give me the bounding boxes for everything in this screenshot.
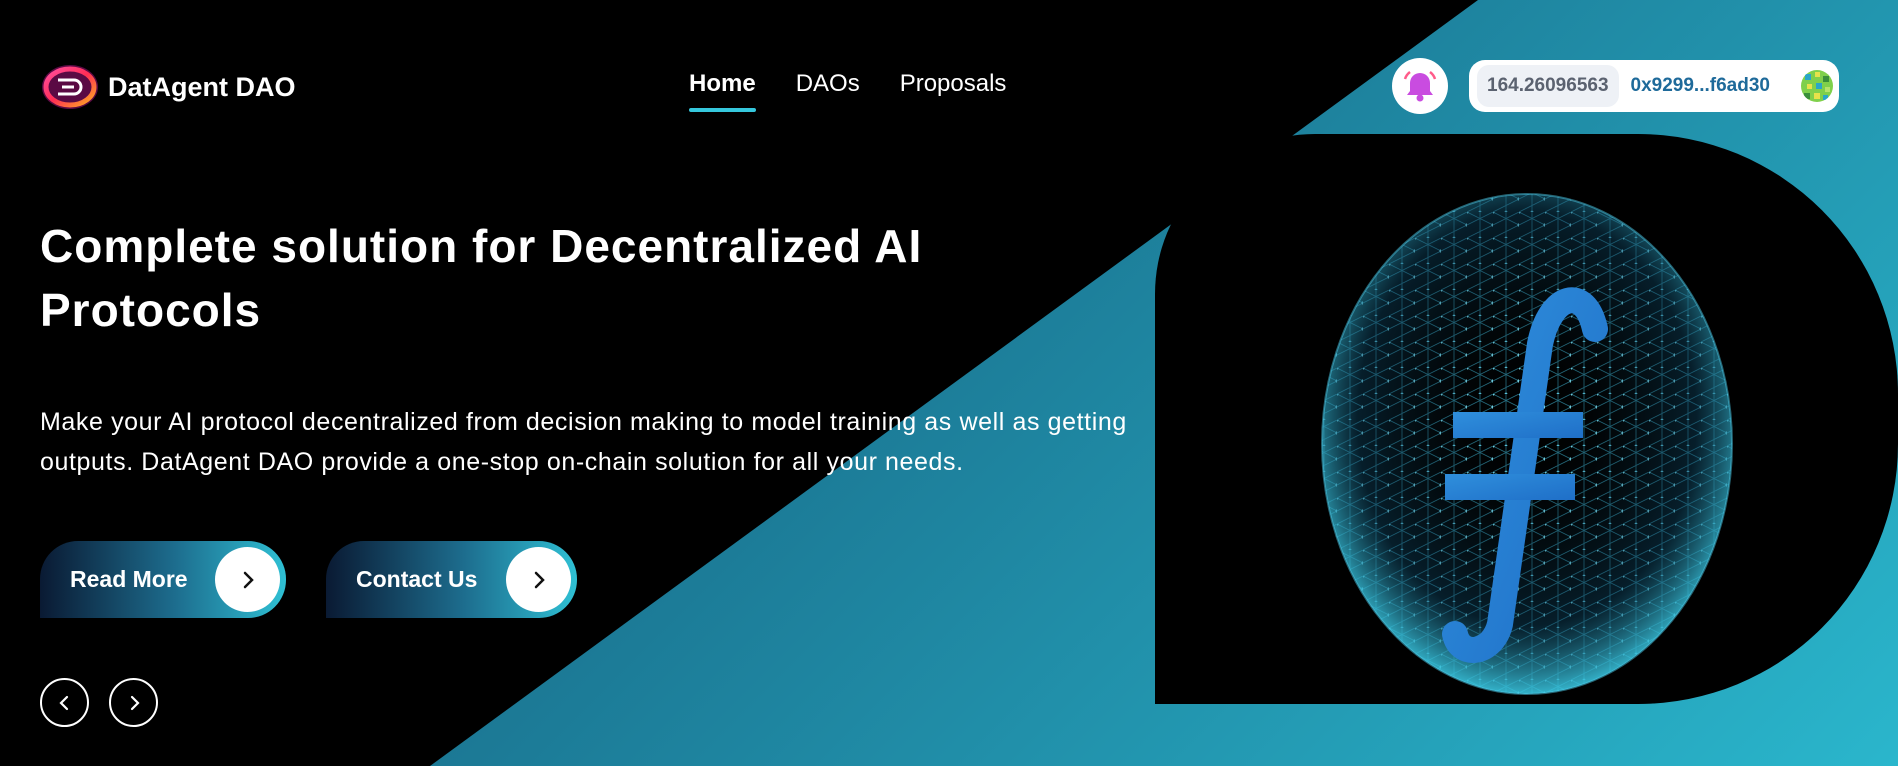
filecoin-sphere-icon [1321,193,1733,695]
brand-logo[interactable]: DatAgent DAO [40,62,296,112]
dao-logo-icon [40,62,100,112]
contact-us-button[interactable]: Contact Us [326,541,577,618]
wallet-address[interactable]: 0x9299...f6ad30 [1631,75,1770,97]
wallet-balance: 164.26096563 [1477,65,1619,107]
main-nav: Home DAOs Proposals [689,70,1006,112]
nav-home[interactable]: Home [689,70,756,112]
chevron-right-icon [215,547,280,612]
read-more-button[interactable]: Read More [40,541,286,618]
wallet-avatar-icon [1801,70,1833,102]
nav-proposals[interactable]: Proposals [900,70,1007,112]
nav-daos[interactable]: DAOs [796,70,860,112]
contact-us-label: Contact Us [356,566,478,592]
carousel-prev-button[interactable] [40,678,89,727]
hero-title: Complete solution for Decentralized AI P… [40,220,923,336]
hero-description: Make your AI protocol decentralized from… [40,408,1127,476]
notifications-button[interactable] [1392,58,1448,114]
brand-name: DatAgent DAO [108,71,296,102]
chevron-left-icon [58,695,68,710]
wallet-widget[interactable]: 164.26096563 0x9299...f6ad30 [1469,60,1839,112]
chevron-right-icon [130,695,140,710]
carousel-next-button[interactable] [109,678,158,727]
hero-illustration [1155,134,1898,704]
read-more-label: Read More [70,566,188,592]
bell-icon [1403,70,1437,102]
chevron-right-icon [506,547,571,612]
